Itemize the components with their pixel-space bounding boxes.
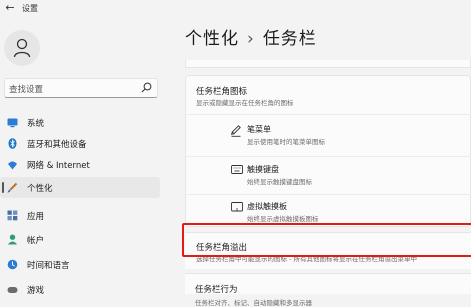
apps-icon	[7, 210, 18, 221]
sidebar-item-label: 时间和语言	[27, 261, 70, 271]
setting-description: 始终显示虚拟触摸板图标	[247, 215, 319, 223]
setting-title: 触摸键盘	[247, 165, 279, 174]
previous-section-card	[185, 60, 471, 68]
accounts-icon	[7, 234, 18, 245]
pen-menu-setting[interactable]: 笔菜单 显示使用笔时的笔菜单图标	[231, 121, 471, 151]
setting-title: 虚拟触摸板	[247, 202, 287, 211]
setting-title: 笔菜单	[247, 125, 271, 134]
gaming-icon	[7, 287, 18, 293]
search-box[interactable]: 查找设置	[4, 78, 158, 98]
sidebar-item-personalization[interactable]: 个性化	[0, 177, 160, 198]
system-icon	[7, 118, 18, 128]
section-title: 任务栏角图标	[196, 87, 248, 97]
sidebar-item-accounts[interactable]: 帐户	[0, 229, 160, 250]
sidebar-item-system[interactable]: 系统	[0, 112, 160, 133]
user-icon	[13, 38, 31, 58]
bluetooth-icon	[8, 138, 17, 149]
sidebar-item-label: 帐户	[27, 236, 45, 246]
section-title: 任务栏行为	[195, 285, 238, 295]
sidebar: 查找设置 系统 蓝牙和其他设备 网络 & Internet 个性化 应用 帐户 …	[0, 16, 172, 296]
sidebar-item-label: 系统	[27, 119, 45, 129]
page-title: 个性化 › 任务栏	[185, 24, 317, 49]
touchpad-icon	[231, 202, 243, 212]
selection-indicator	[2, 182, 4, 193]
breadcrumb-current: 任务栏	[262, 29, 317, 49]
app-title: 设置	[22, 4, 38, 13]
divider	[186, 194, 471, 195]
sidebar-item-bluetooth[interactable]: 蓝牙和其他设备	[0, 133, 160, 154]
section-description: 显示或隐藏显示在任务栏角的图标	[196, 99, 294, 107]
corner-icons-section: 任务栏角图标 显示或隐藏显示在任务栏角的图标 笔菜单 显示使用笔时的笔菜单图标 …	[185, 75, 471, 227]
sidebar-item-network[interactable]: 网络 & Internet	[0, 154, 160, 175]
sidebar-item-apps[interactable]: 应用	[0, 205, 160, 226]
sidebar-item-label: 应用	[27, 212, 45, 222]
sidebar-item-label: 个性化	[27, 184, 53, 194]
title-bar: ← 设置	[0, 0, 471, 16]
time-language-icon	[7, 259, 18, 270]
setting-description: 始终显示触摸键盘图标	[247, 178, 312, 186]
divider	[186, 156, 471, 157]
sidebar-item-time-language[interactable]: 时间和语言	[0, 254, 160, 275]
avatar[interactable]	[4, 30, 40, 66]
search-input[interactable]: 查找设置	[9, 83, 43, 95]
sidebar-item-label: 游戏	[27, 286, 45, 296]
touch-keyboard-icon	[231, 165, 243, 174]
touch-keyboard-setting[interactable]: 触摸键盘 始终显示触摸键盘图标	[231, 161, 471, 191]
personalization-icon	[7, 182, 18, 193]
breadcrumb-parent[interactable]: 个性化	[185, 29, 239, 49]
sidebar-item-gaming[interactable]: 游戏	[0, 279, 160, 300]
sidebar-item-label: 网络 & Internet	[27, 161, 90, 171]
section-description: 任务栏对齐、标记、自动隐藏和多显示器	[195, 299, 312, 307]
sidebar-item-label: 蓝牙和其他设备	[27, 140, 87, 150]
divider	[186, 114, 471, 115]
search-icon[interactable]	[141, 82, 152, 93]
back-button[interactable]: ←	[4, 1, 16, 14]
pen-icon	[231, 125, 241, 137]
breadcrumb-separator: ›	[247, 29, 255, 49]
setting-description: 显示使用笔时的笔菜单图标	[247, 138, 325, 146]
network-icon	[8, 161, 17, 170]
highlight-box	[182, 223, 471, 257]
